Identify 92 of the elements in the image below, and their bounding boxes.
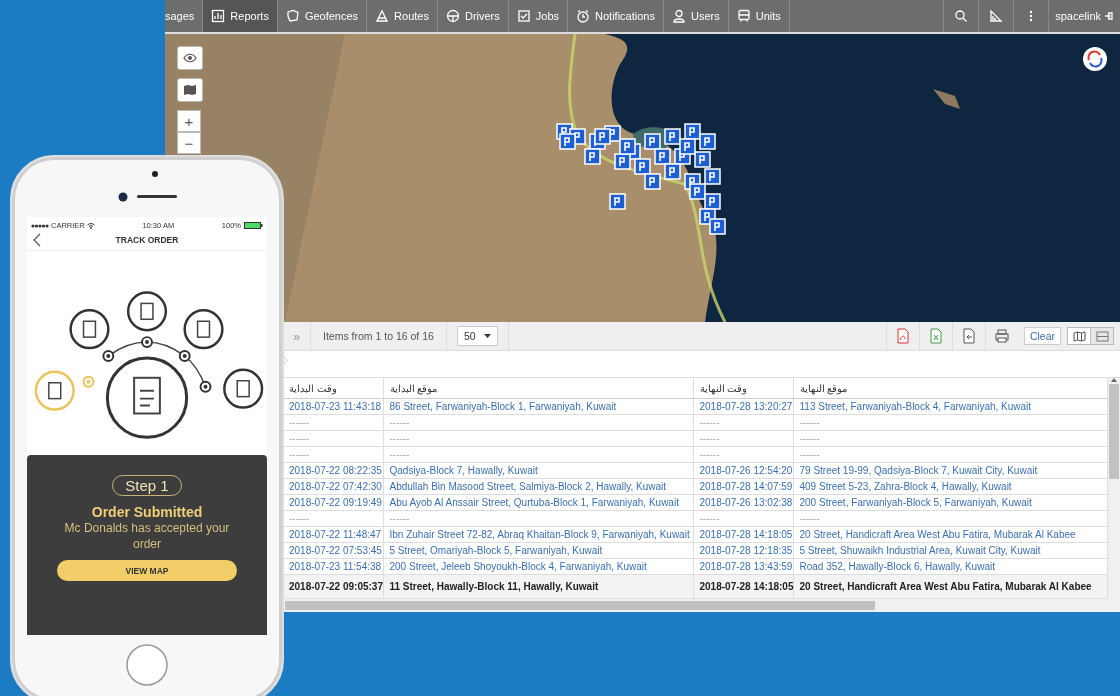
table-cell: 2018-07-26 13:02:38 [693, 494, 793, 511]
pdf-file-icon[interactable] [894, 328, 911, 344]
nav-tab[interactable]: Notifications [568, 0, 664, 32]
table-cell: 409 Street 5-23, Zahra-Block 4, Hawally, Kuwait [793, 478, 1107, 495]
table-cell: 2018-07-28 13:43:59 [693, 558, 793, 575]
total-cell: 2018-07-22 09:05:37 [283, 574, 383, 599]
nav-tab[interactable]: Reports [203, 0, 278, 32]
up-arrow-icon [1110, 378, 1117, 382]
table-cell: 79 Street 19-99, Qadsiya-Block 7, Kuwait City, Kuwait [793, 462, 1107, 479]
clear-button[interactable]: Clear [1023, 327, 1061, 345]
logo-icon [1082, 46, 1108, 72]
total-cell: 2018-07-28 14:18:05 [693, 574, 793, 599]
table-cell: Ibn Zuhair Street 72-82, Abraq Khaitan-Block 9, Farwaniyah, Kuwait [383, 526, 693, 543]
table-cell: Abu Ayob Al Anssair Street, Qurtuba-Block 1, Farwaniyah, Kuwait [383, 494, 693, 511]
table-cell: 5 Street, Omariyah-Block 5, Farwaniyah, Kuwait [383, 542, 693, 559]
table-cell: 2018-07-26 12:54:20 [693, 462, 793, 479]
caret-icon [483, 334, 491, 338]
split-view-icon[interactable] [1095, 330, 1109, 342]
chart-icon [211, 9, 226, 23]
search-icon[interactable] [954, 9, 969, 23]
table-cell: ------ [383, 430, 693, 447]
zoom-out-button[interactable]: − [177, 132, 201, 154]
logout-icon [1104, 11, 1114, 21]
island [933, 89, 960, 109]
column-header[interactable]: وقت النهاية [699, 382, 748, 394]
table-cell: 113 Street, Farwaniyah-Block 4, Farwaniyah, Kuwait [793, 398, 1107, 415]
status-heading: Order Submitted [91, 504, 203, 520]
table-cell: 2018-07-28 13:20:27 [693, 398, 793, 415]
bus-icon [736, 9, 751, 23]
route-icon [375, 9, 390, 23]
polygon-icon [285, 9, 300, 23]
table-cell: ------ [693, 510, 793, 527]
items-count: Items from 1 to 16 of 16 [311, 322, 447, 350]
table-cell: 2018-07-28 12:18:35 [693, 542, 793, 559]
view-map-button[interactable]: VIEW MAP [57, 560, 237, 581]
total-cell: 20 Street, Handicraft Area West Abu Fatira, Mubarak Al Kabee [793, 574, 1107, 599]
table-cell: 20 Street, Handicraft Area West Abu Fatira, Mubarak Al Kabee [793, 526, 1107, 543]
table-cell: ------ [383, 446, 693, 463]
checkbox-icon [516, 9, 531, 23]
nav-tab[interactable]: Geofences [277, 0, 368, 32]
table-cell: 5 Street, Shuwaikh Industrial Area, Kuwait City, Kuwait [793, 542, 1107, 559]
battery-icon [244, 222, 263, 229]
table-cell: Qadsiya-Block 7, Hawally, Kuwait [383, 462, 693, 479]
eye-icon [183, 53, 197, 63]
table-cell: ------ [693, 414, 793, 431]
zoom-in-button[interactable]: + [177, 110, 201, 132]
table-cell: ------ [693, 446, 793, 463]
wifi-icon [86, 222, 95, 229]
page-size-select[interactable]: 50 [456, 326, 498, 346]
column-header[interactable]: موقع النهاية [799, 382, 848, 394]
table-cell: 200 Street, Farwaniyah-Block 5, Farwaniyah, Kuwait [793, 494, 1107, 511]
column-header[interactable]: وقت البداية [289, 382, 337, 394]
steering-wheel-icon [445, 9, 460, 23]
nav-tab[interactable]: Drivers [437, 0, 509, 32]
export-file-icon[interactable] [960, 328, 977, 344]
table-cell: Abdullah Bin Masood Street, Salmiya-Block 2, Hawally, Kuwait [383, 478, 693, 495]
column-header[interactable]: موقع البداية [389, 382, 438, 394]
ruler-icon[interactable] [989, 9, 1004, 23]
user-icon [671, 9, 686, 23]
table-cell: ------ [793, 414, 1107, 431]
nav-tab[interactable]: Jobs [508, 0, 569, 32]
table-cell: 200 Street, Jeleeb Shoyoukh-Block 4, Farwaniyah, Kuwait [383, 558, 693, 575]
screen-title: TRACK ORDER [114, 235, 180, 245]
table-cell: ------ [383, 510, 693, 527]
nav-tab[interactable]: Users [663, 0, 729, 32]
table-cell: Road 352, Hawally-Block 6, Hawally, Kuwait [793, 558, 1107, 575]
table-cell: ------ [693, 430, 793, 447]
map-view-icon[interactable] [1072, 330, 1086, 342]
map-icon [183, 84, 197, 96]
signal-icon [31, 223, 49, 228]
parking-marker-cluster-drawing[interactable] [556, 123, 726, 235]
table-cell: ------ [793, 446, 1107, 463]
status-message: Mc Donalds has accepted your order [63, 520, 231, 552]
user-menu[interactable]: spacelink [1048, 0, 1120, 32]
table-cell: 86 Street, Farwaniyah-Block 1, Farwaniyah, Kuwait [383, 398, 693, 415]
nav-tab[interactable]: Units [728, 0, 790, 32]
visibility-button[interactable] [177, 46, 203, 70]
home-button[interactable] [125, 643, 169, 687]
back-icon[interactable] [33, 233, 41, 247]
table-cell: ------ [383, 414, 693, 431]
table-cell: 2018-07-28 14:18:05 [693, 526, 793, 543]
nav-tab[interactable]: Routes [367, 0, 438, 32]
table-cell: 2018-07-28 14:07:59 [693, 478, 793, 495]
table-cell: ------ [793, 510, 1107, 527]
alarm-clock-icon [576, 9, 591, 23]
print-icon[interactable] [993, 328, 1010, 344]
map-layers-button[interactable] [177, 78, 203, 102]
horizontal-scrollbar[interactable] [283, 599, 1120, 612]
table-cell: ------ [793, 430, 1107, 447]
spreadsheet-file-icon[interactable] [927, 328, 944, 344]
total-cell: 11 Street, Hawally-Block 11, Hawally, Kuwait [383, 574, 693, 599]
clipboard-icon [105, 356, 189, 439]
